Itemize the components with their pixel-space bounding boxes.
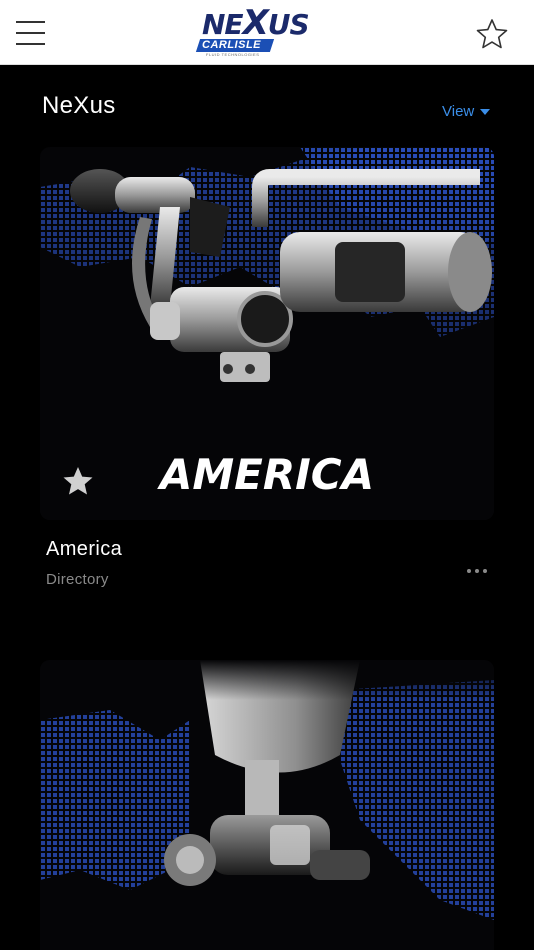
star-filled-icon[interactable] [62, 465, 94, 497]
logo-wordmark: NEXUS [202, 3, 310, 43]
directory-card-america[interactable]: AMERICA [40, 147, 494, 520]
nexus-logo[interactable]: NEXUS CARLISLE FLUID TECHNOLOGIES [195, 3, 340, 58]
hamburger-icon[interactable] [16, 21, 45, 45]
logo-subtext: CARLISLE [202, 39, 261, 51]
card-image [40, 660, 494, 950]
caret-down-icon [480, 108, 491, 115]
card-title[interactable]: America [46, 538, 122, 561]
logo-tagline: FLUID TECHNOLOGIES [206, 52, 260, 57]
top-bar: NEXUS CARLISLE FLUID TECHNOLOGIES [0, 0, 534, 65]
star-outline-icon[interactable] [476, 18, 508, 50]
card-subtitle: Directory [46, 571, 109, 588]
view-label: View [442, 103, 475, 120]
page-title: NeXus [42, 92, 116, 119]
card-banner-text: AMERICA [159, 450, 375, 499]
directory-card-2[interactable] [40, 660, 494, 950]
view-dropdown-button[interactable]: View [442, 103, 491, 120]
ellipsis-icon[interactable] [462, 562, 492, 580]
